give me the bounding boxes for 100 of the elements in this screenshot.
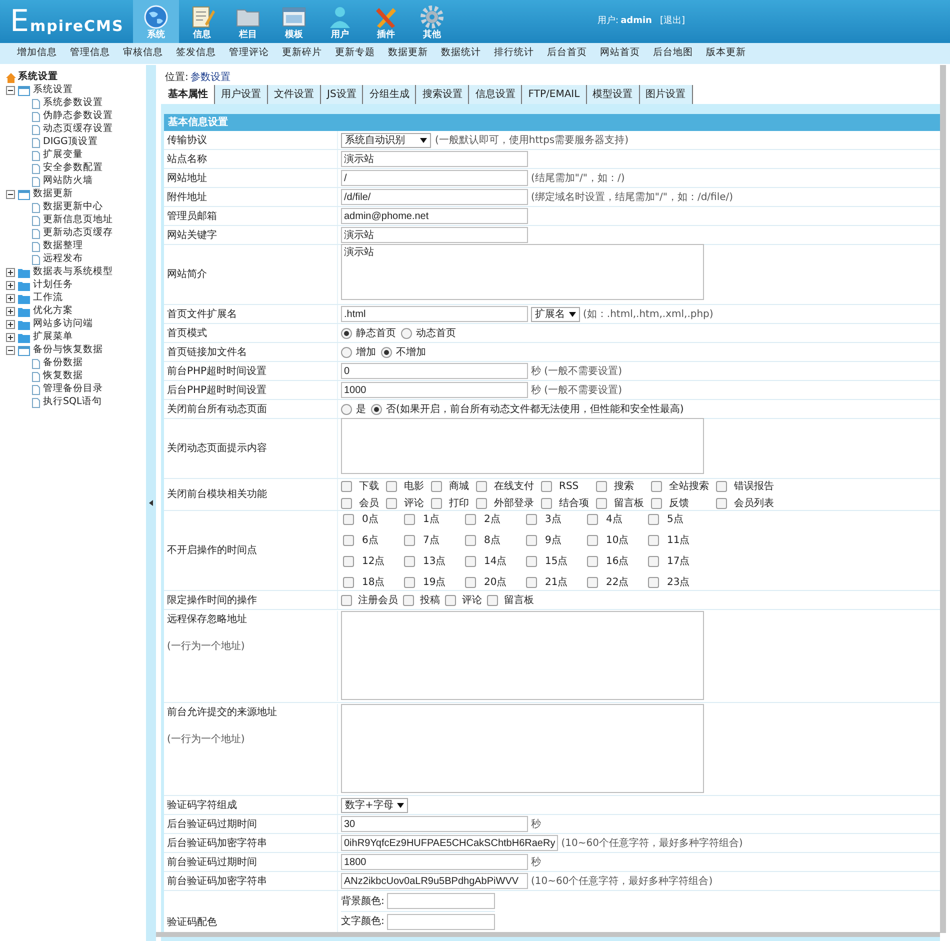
tab[interactable]: 图片设置 [640,85,693,104]
tab[interactable]: 分组生成 [363,85,416,104]
checkbox[interactable] [404,576,415,588]
checkbox[interactable] [587,556,598,566]
radio-button[interactable] [341,404,352,414]
checkbox[interactable] [476,498,487,508]
checkbox[interactable] [386,480,397,492]
tree-item[interactable]: 扩展变量 [43,148,83,163]
radio-button[interactable] [341,346,352,358]
top-nav-tab[interactable]: 其他 [409,0,455,43]
dropdown[interactable]: 扩展名 [531,306,580,322]
input-field[interactable]: admin@phome.net [341,208,528,224]
tree-item[interactable]: 更新动态页缓存 [43,226,113,241]
top-nav-tab[interactable]: 用户 [317,0,363,43]
checkbox[interactable] [343,556,354,566]
tab[interactable]: 用户设置 [215,85,268,104]
input-field[interactable]: 1000 [341,382,528,398]
tree-folder[interactable]: 备份与恢复数据 [33,343,103,358]
menu-item[interactable]: 增加信息 [17,46,57,61]
radio-button[interactable] [371,404,382,414]
checkbox[interactable] [541,480,552,492]
checkbox[interactable] [587,514,598,524]
top-nav-tab[interactable]: 栏目 [225,0,271,43]
checkbox[interactable] [651,498,662,508]
input-field[interactable]: .html [341,306,528,322]
checkbox[interactable] [648,556,659,566]
menu-item[interactable]: 更新专题 [335,46,375,61]
tree-item[interactable]: 更新信息页地址 [43,213,113,228]
input-field[interactable]: 30 [341,816,528,832]
checkbox[interactable] [716,480,727,492]
tree-folder[interactable]: 扩展菜单 [33,330,73,345]
checkbox[interactable] [596,498,607,508]
tree-item[interactable]: 动态页缓存设置 [43,122,113,137]
collapse-icon[interactable] [6,190,15,199]
horizontal-scrollbar[interactable] [156,932,940,937]
tree-item[interactable]: 数据更新中心 [43,200,103,215]
top-nav-tab[interactable]: 插件 [363,0,409,43]
tab[interactable]: FTP/EMAIL [522,85,587,104]
tree-item[interactable]: 伪静态参数设置 [43,109,113,124]
text-area[interactable] [341,611,704,700]
checkbox[interactable] [404,556,415,566]
checkbox[interactable] [404,534,415,546]
tree-folder[interactable]: 系统设置 [33,83,73,98]
menu-item[interactable]: 数据更新 [388,46,428,61]
checkbox[interactable] [431,498,442,508]
radio-button[interactable] [341,328,352,338]
checkbox[interactable] [648,514,659,524]
checkbox[interactable] [716,498,727,508]
input-field[interactable]: ANz2ikbcUov0aLR9u5BPdhgAbPiWVV [341,873,528,889]
tree-item[interactable]: 恢复数据 [43,369,83,384]
checkbox[interactable] [526,534,537,546]
checkbox[interactable] [341,594,352,606]
menu-item[interactable]: 签发信息 [176,46,216,61]
expand-icon[interactable] [6,294,15,303]
checkbox[interactable] [526,556,537,566]
dropdown[interactable]: 数字+字母 [341,798,408,812]
collapse-icon[interactable] [6,86,15,95]
input-field[interactable] [387,914,495,930]
dropdown[interactable]: 系统自动识别 [341,132,431,148]
tree-folder[interactable]: 优化方案 [33,304,73,319]
checkbox[interactable] [386,498,397,508]
checkbox[interactable] [431,480,442,492]
tree-folder[interactable]: 工作流 [33,291,63,306]
text-area[interactable] [341,704,704,793]
menu-item[interactable]: 数据统计 [441,46,481,61]
menu-item[interactable]: 版本更新 [706,46,746,61]
input-field[interactable]: /d/file/ [341,189,528,205]
collapse-icon[interactable] [6,346,15,355]
tree-item[interactable]: 安全参数配置 [43,161,103,176]
top-nav-tab[interactable]: 信息 [179,0,225,43]
tree-folder[interactable]: 数据表与系统模型 [33,265,113,280]
tab[interactable]: 文件设置 [268,85,321,104]
checkbox[interactable] [587,534,598,546]
tree-item[interactable]: DIGG顶设置 [43,135,98,150]
checkbox[interactable] [476,480,487,492]
tab[interactable]: 模型设置 [586,85,640,104]
menu-item[interactable]: 后台首页 [547,46,587,61]
tree-item[interactable]: 数据整理 [43,239,83,254]
expand-icon[interactable] [6,281,15,290]
checkbox[interactable] [651,480,662,492]
tree-item[interactable]: 网站防火墙 [43,174,93,189]
checkbox[interactable] [648,576,659,588]
checkbox[interactable] [596,480,607,492]
input-field[interactable]: 演示站 [341,227,528,243]
tab[interactable]: 搜索设置 [416,85,470,104]
tree-folder[interactable]: 网站多访问端 [33,317,93,332]
checkbox[interactable] [445,594,456,606]
menu-item[interactable]: 管理信息 [70,46,110,61]
checkbox[interactable] [465,576,476,588]
expand-icon[interactable] [6,268,15,277]
checkbox[interactable] [465,514,476,524]
expand-icon[interactable] [6,333,15,342]
checkbox[interactable] [487,594,498,606]
checkbox[interactable] [648,534,659,546]
radio-button[interactable] [381,346,392,358]
collapse-arrow-icon[interactable] [149,500,153,506]
checkbox[interactable] [343,576,354,588]
menu-item[interactable]: 网站首页 [600,46,640,61]
input-field[interactable]: 1800 [341,854,528,870]
menu-item[interactable]: 后台地图 [653,46,693,61]
